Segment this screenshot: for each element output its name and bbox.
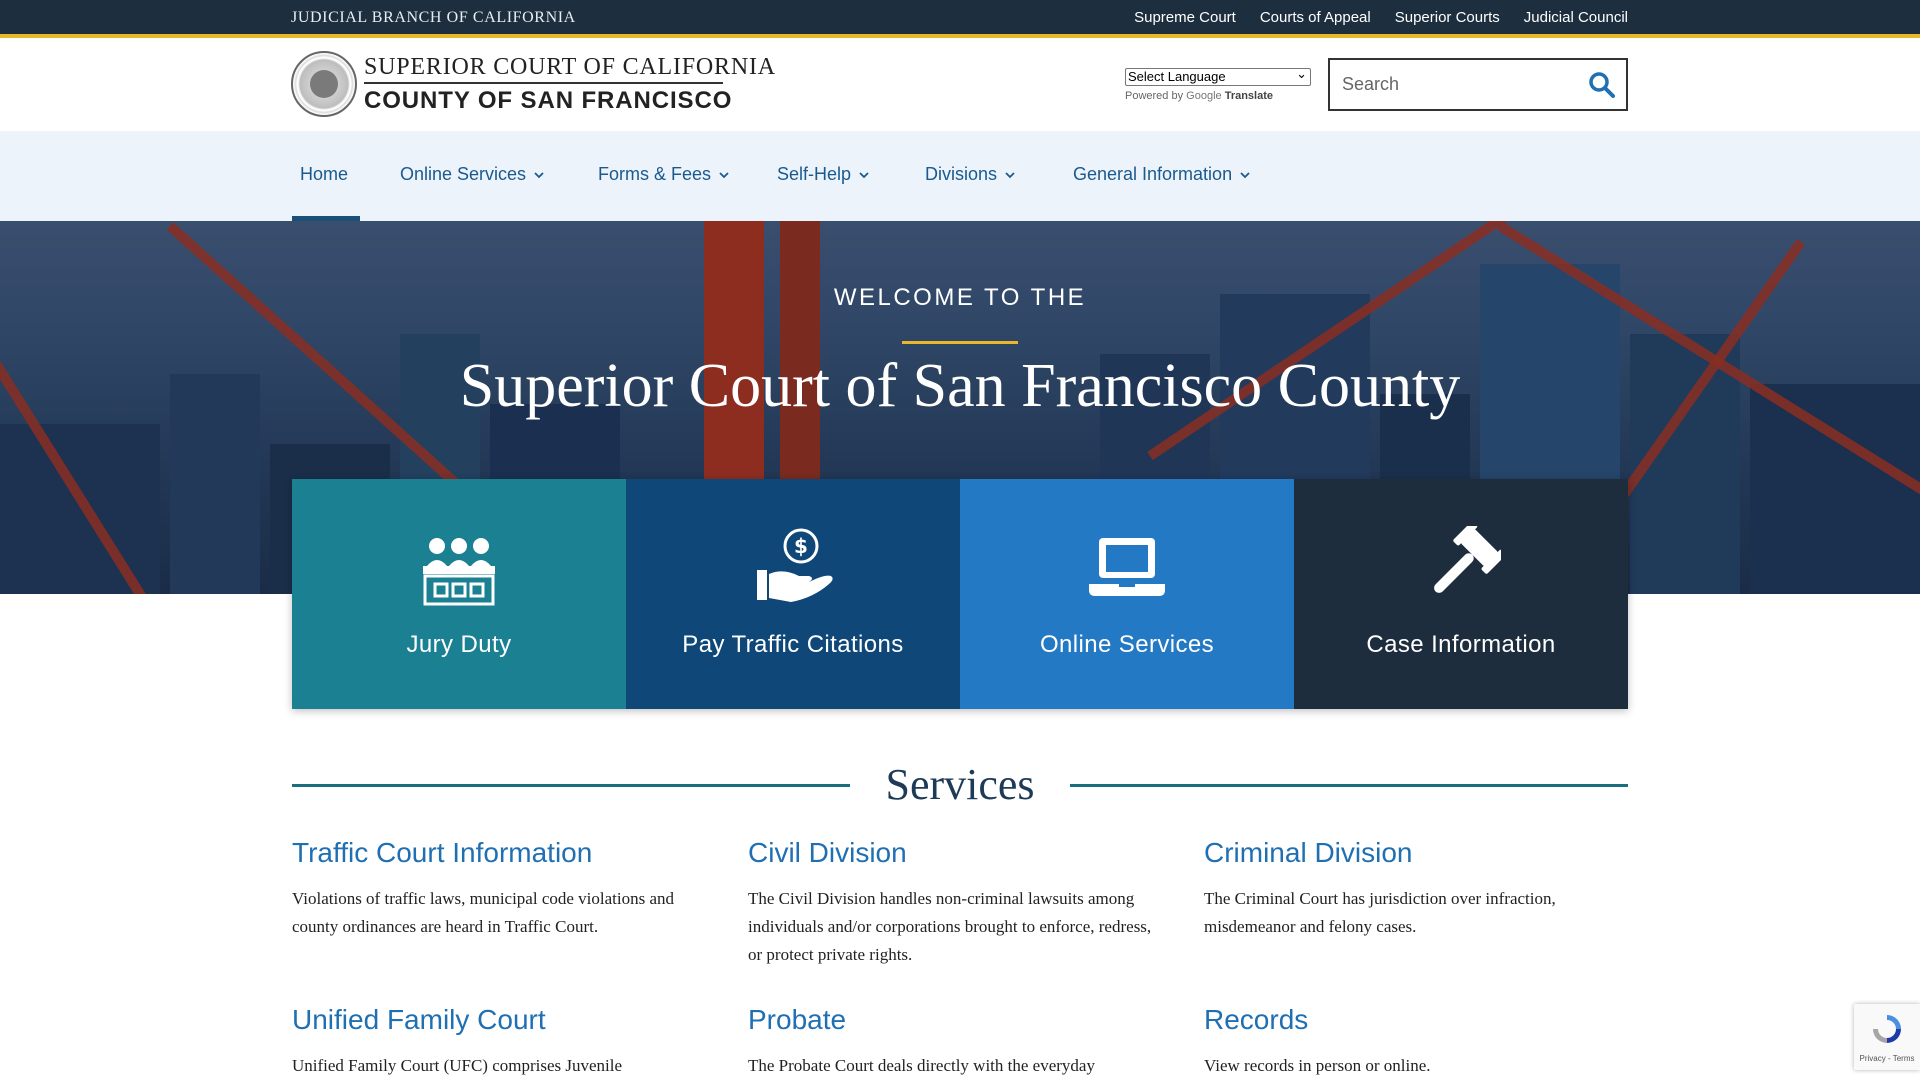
service-description: Unified Family Court (UFC) comprises Juv…: [292, 1056, 623, 1075]
search-icon[interactable]: [1588, 71, 1616, 99]
powered-by-text: Powered by: [1125, 90, 1184, 102]
service-card: Criminal Division The Criminal Court has…: [1204, 837, 1624, 941]
service-title-link[interactable]: Records: [1204, 1004, 1624, 1036]
logo-title-line2[interactable]: COUNTY OF SAN FRANCISCO: [364, 87, 732, 115]
service-title-link[interactable]: Unified Family Court: [292, 1004, 712, 1036]
nav-online-services-label: Online Services: [400, 164, 527, 184]
nav-self-help-label: Self-Help: [777, 164, 852, 184]
hero-title: Superior Court of San Francisco County: [459, 352, 1461, 420]
tile-online-services-label: Online Services: [1039, 631, 1215, 658]
nav-home[interactable]: Home: [300, 164, 348, 185]
google-logo-text[interactable]: Google: [1186, 90, 1221, 102]
service-card: Records View records in person or online…: [1204, 1004, 1624, 1080]
chevron-down-icon: [534, 171, 544, 178]
service-card: Unified Family Court Unified Family Cour…: [292, 1004, 712, 1080]
google-translate-credit: Powered by Google Translate: [1125, 90, 1273, 102]
nav-divisions[interactable]: Divisions: [925, 164, 1015, 185]
tile-jury-duty[interactable]: Jury Duty: [292, 479, 626, 709]
service-description: The Probate Court deals directly with th…: [748, 1056, 1095, 1075]
court-seal-logo[interactable]: [291, 51, 357, 117]
service-description: Violations of traffic laws, municipal co…: [292, 889, 675, 936]
top-bar: JUDICIAL BRANCH OF CALIFORNIA Supreme Co…: [0, 0, 1920, 38]
nav-forms-fees-label: Forms & Fees: [598, 164, 712, 184]
service-title-link[interactable]: Traffic Court Information: [292, 837, 712, 869]
services-heading: Services: [292, 755, 1628, 815]
service-title-link[interactable]: Probate: [748, 1004, 1168, 1036]
hand-dollar-icon: $: [757, 528, 833, 602]
link-superior-courts[interactable]: Superior Courts: [1395, 9, 1500, 26]
link-supreme-court[interactable]: Supreme Court: [1134, 9, 1236, 26]
service-description: The Civil Division handles non-criminal …: [748, 889, 1152, 964]
nav-online-services[interactable]: Online Services: [400, 164, 544, 185]
tile-pay-traffic-citations[interactable]: $ Pay Traffic Citations: [626, 479, 960, 709]
nav-forms-fees[interactable]: Forms & Fees: [598, 164, 729, 185]
language-select-value: Select Language: [1128, 69, 1226, 84]
language-select[interactable]: Select Language: [1125, 66, 1311, 86]
service-description: The Criminal Court has jurisdiction over…: [1204, 889, 1556, 936]
nav-self-help[interactable]: Self-Help: [777, 164, 869, 185]
service-description: View records in person or online.: [1204, 1056, 1431, 1075]
logo-divider: [364, 82, 723, 84]
logo-title-line1[interactable]: SUPERIOR COURT OF CALIFORNIA: [364, 54, 776, 81]
search-input[interactable]: Search: [1328, 58, 1628, 111]
hero-gold-divider: [902, 341, 1018, 344]
hero-welcome-text: WELCOME TO THE: [833, 284, 1087, 311]
judicial-branch-brand[interactable]: JUDICIAL BRANCH OF CALIFORNIA: [291, 9, 576, 27]
service-card: Traffic Court Information Violations of …: [292, 837, 712, 941]
nav-general-information-label: General Information: [1073, 164, 1233, 184]
quick-link-tiles: Jury Duty $ Pay Traffic Citations Online…: [292, 479, 1628, 709]
laptop-icon: [1089, 538, 1165, 596]
chevron-down-icon: [1005, 171, 1015, 178]
svg-text:$: $: [794, 534, 808, 558]
nav-general-information[interactable]: General Information: [1073, 164, 1250, 185]
recaptcha-terms[interactable]: Privacy - Terms: [1854, 1054, 1920, 1063]
tile-case-information-label: Case Information: [1366, 631, 1556, 658]
top-links: Supreme Court Courts of Appeal Superior …: [1134, 9, 1628, 26]
tile-case-information[interactable]: Case Information: [1294, 479, 1628, 709]
tile-jury-duty-label: Jury Duty: [406, 631, 512, 658]
recaptcha-icon: [1873, 1015, 1901, 1043]
service-card: Civil Division The Civil Division handle…: [748, 837, 1168, 969]
chevron-down-icon: [1240, 171, 1250, 178]
tile-online-services[interactable]: Online Services: [960, 479, 1294, 709]
service-title-link[interactable]: Criminal Division: [1204, 837, 1624, 869]
recaptcha-badge[interactable]: Privacy - Terms: [1854, 1004, 1920, 1070]
site-header: SUPERIOR COURT OF CALIFORNIA COUNTY OF S…: [0, 38, 1920, 131]
search-placeholder: Search: [1342, 74, 1400, 94]
main-nav: Home Online Services Forms & Fees Self-H…: [0, 131, 1920, 221]
chevron-down-icon: [859, 171, 869, 178]
services-rule-right: [1070, 784, 1628, 787]
tile-pay-traffic-citations-label: Pay Traffic Citations: [682, 631, 904, 658]
service-card: Probate The Probate Court deals directly…: [748, 1004, 1168, 1080]
jury-icon: [423, 538, 495, 606]
chevron-down-icon: [719, 171, 729, 178]
translate-text: Translate: [1224, 90, 1274, 102]
link-judicial-council[interactable]: Judicial Council: [1524, 9, 1628, 26]
gavel-icon: [1434, 526, 1501, 593]
nav-divisions-label: Divisions: [925, 164, 998, 184]
service-title-link[interactable]: Civil Division: [748, 837, 1168, 869]
nav-home-label: Home: [300, 164, 349, 184]
link-courts-of-appeal[interactable]: Courts of Appeal: [1260, 9, 1371, 26]
